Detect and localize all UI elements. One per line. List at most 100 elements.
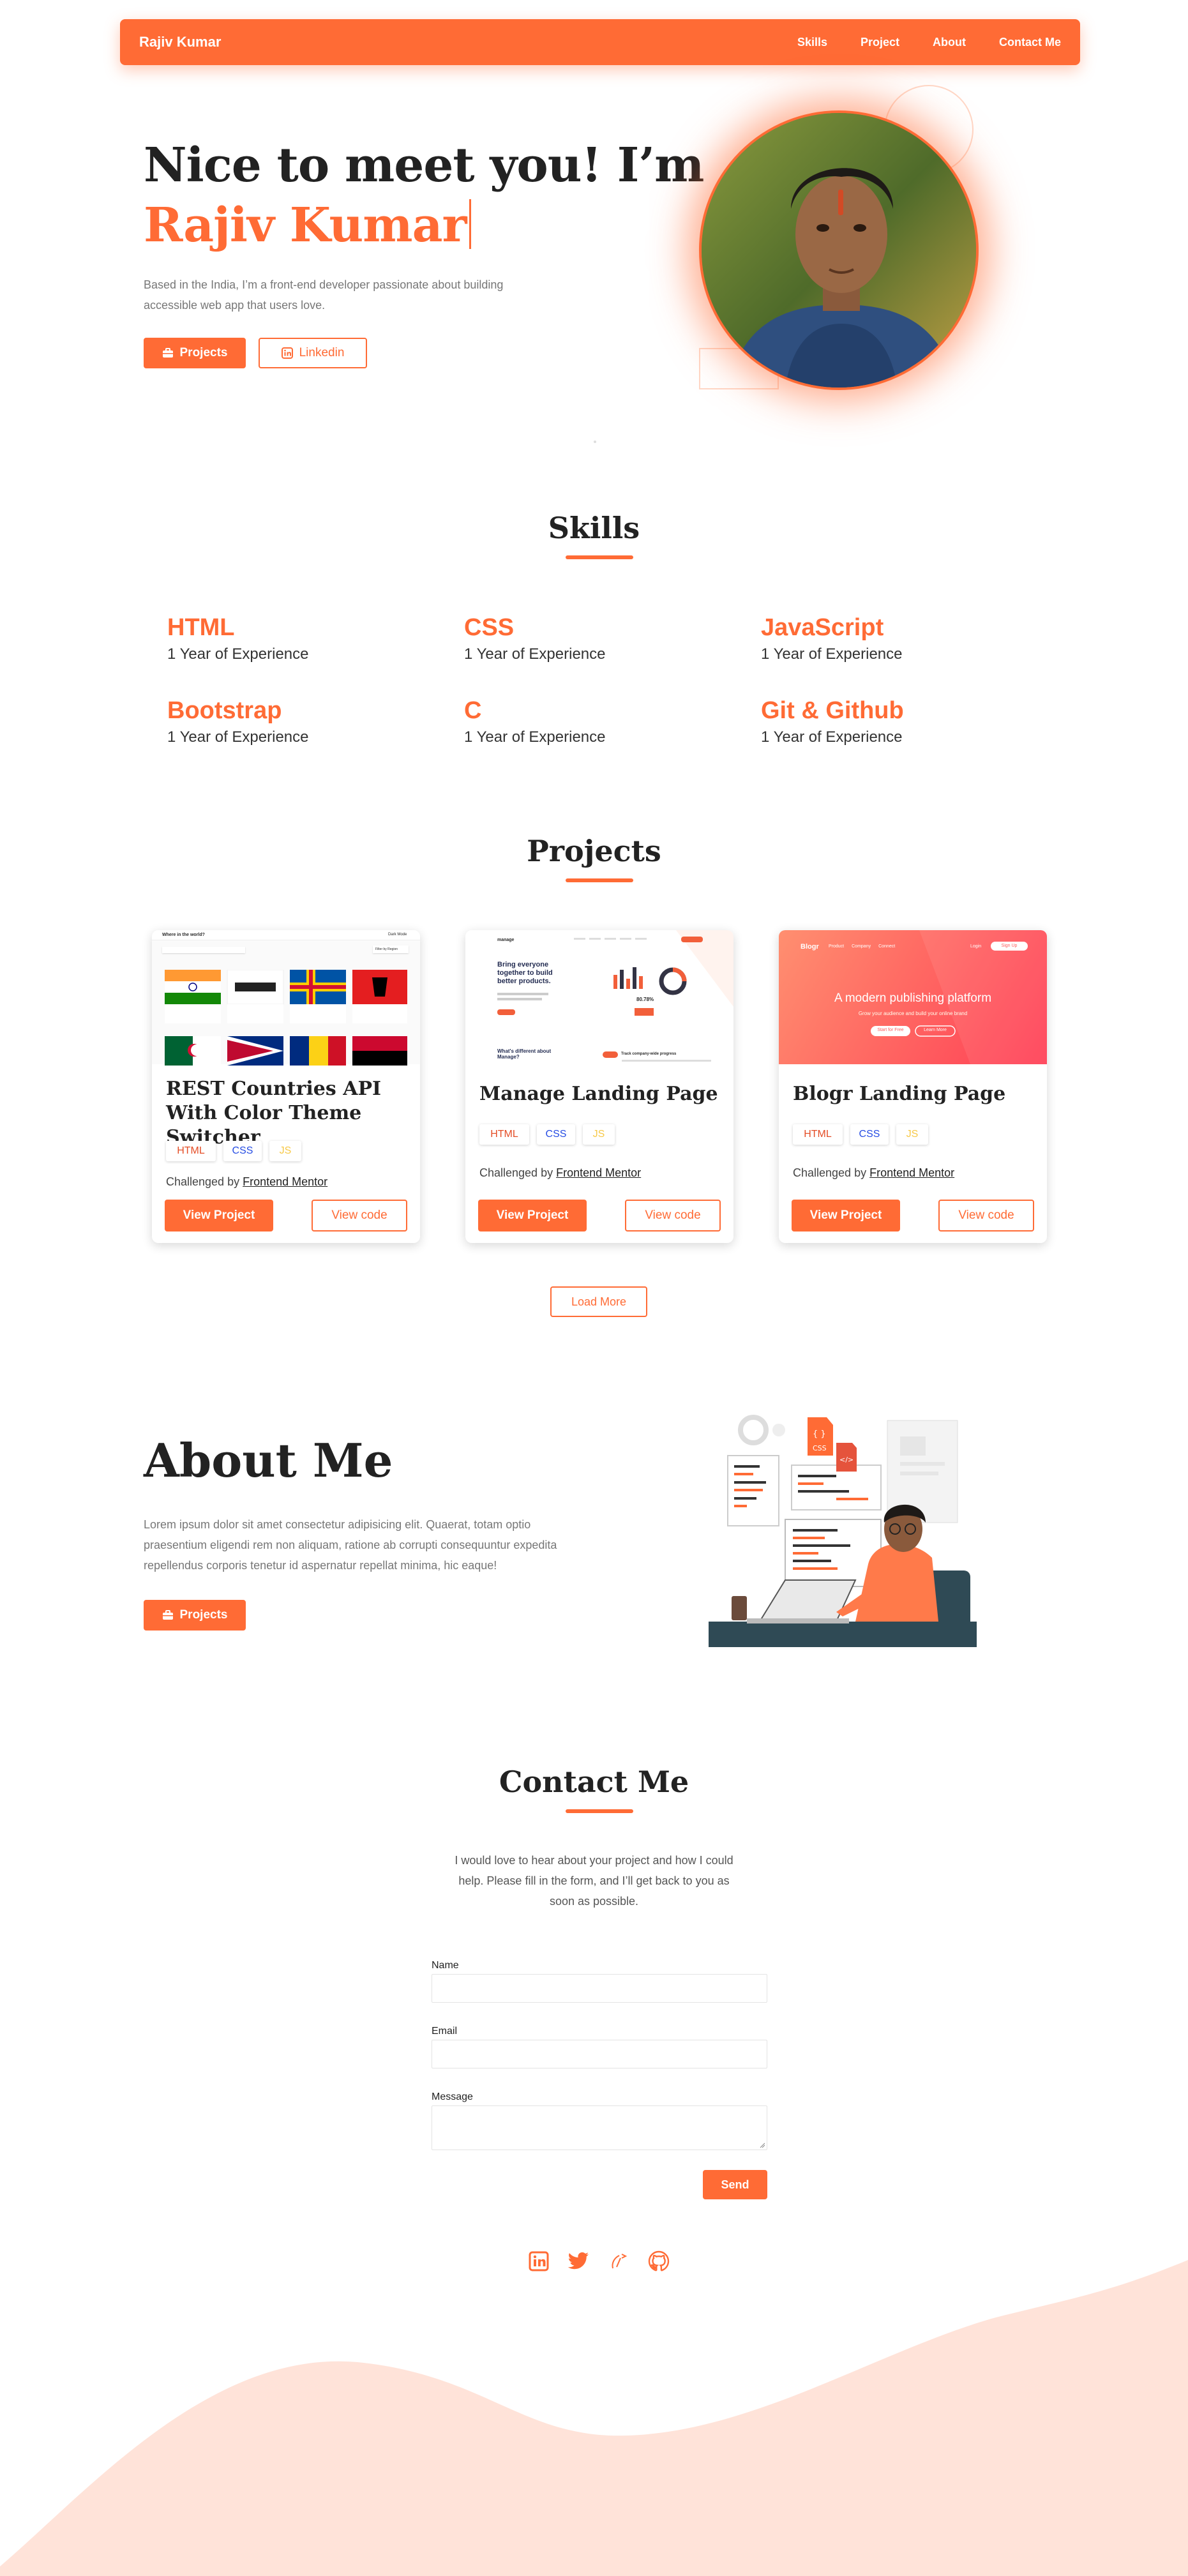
skill-name: Bootstrap bbox=[167, 697, 282, 724]
mock-subhead: What's different about Manage? bbox=[497, 1048, 552, 1060]
linkedin-social-link[interactable] bbox=[527, 2250, 550, 2273]
project-card-blogr: Blogr Product Company Connect Login Sign… bbox=[779, 930, 1047, 1243]
challenged-label: Challenged by bbox=[793, 1166, 867, 1179]
skill-experience: 1 Year of Experience bbox=[761, 645, 903, 663]
svg-text:CSS: CSS bbox=[813, 1444, 827, 1452]
mock-logo: Blogr bbox=[801, 943, 819, 951]
skill-item-c: C 1 Year of Experience bbox=[464, 697, 606, 746]
skill-experience: 1 Year of Experience bbox=[167, 728, 309, 746]
svg-text:</>: </> bbox=[839, 1456, 853, 1464]
mock-nav: Product Company Connect bbox=[829, 944, 895, 949]
view-project-button[interactable]: View Project bbox=[165, 1200, 273, 1232]
view-code-button[interactable]: View code bbox=[625, 1200, 721, 1232]
tag-html: HTML bbox=[793, 1124, 843, 1145]
frontend-mentor-link[interactable]: Frontend Mentor bbox=[243, 1175, 327, 1188]
mock-filter: Filter by Region bbox=[373, 945, 409, 953]
view-code-button[interactable]: View code bbox=[938, 1200, 1034, 1232]
hero-description: Based in the India, I’m a front-end deve… bbox=[144, 278, 504, 312]
about-projects-button[interactable]: Projects bbox=[144, 1600, 246, 1631]
typing-caret bbox=[469, 199, 471, 249]
tag-js: JS bbox=[896, 1124, 928, 1145]
nav-link-skills[interactable]: Skills bbox=[797, 36, 827, 49]
github-icon bbox=[648, 2250, 670, 2271]
github-social-link[interactable] bbox=[647, 2250, 670, 2273]
hero-projects-label: Projects bbox=[179, 346, 228, 359]
mock-feature: Track company-wide progress bbox=[621, 1052, 677, 1056]
contact-underline bbox=[566, 1809, 633, 1813]
skill-experience: 1 Year of Experience bbox=[464, 645, 606, 663]
message-label: Message bbox=[432, 2091, 473, 2102]
skill-experience: 1 Year of Experience bbox=[167, 645, 309, 663]
about-text: Lorem ipsum dolor sit amet consectetur a… bbox=[144, 1518, 557, 1572]
tag-css: CSS bbox=[850, 1124, 889, 1145]
mock-nav-item: Connect bbox=[878, 944, 896, 949]
footer-wave bbox=[0, 2260, 1188, 2576]
mock-learn: Learn More bbox=[924, 1028, 947, 1032]
nav-link-project[interactable]: Project bbox=[861, 36, 899, 49]
send-button[interactable]: Send bbox=[703, 2170, 767, 2199]
svg-text:{ }: { } bbox=[813, 1429, 826, 1439]
twitter-social-link[interactable] bbox=[567, 2250, 590, 2273]
hero-linkedin-button[interactable]: Linkedin bbox=[259, 338, 367, 368]
skill-name: JavaScript bbox=[761, 614, 884, 641]
projects-title: Projects bbox=[527, 834, 661, 868]
project-title: REST Countries API With Color Theme Swit… bbox=[166, 1078, 382, 1149]
view-project-button[interactable]: View Project bbox=[478, 1200, 587, 1232]
mock-headline: A modern publishing platform bbox=[834, 991, 992, 1005]
hero-linkedin-label: Linkedin bbox=[299, 346, 345, 359]
hackerrank-social-link[interactable] bbox=[607, 2250, 630, 2273]
mock-start: Start for Free bbox=[877, 1028, 904, 1032]
mock-nav-item: Product bbox=[829, 944, 845, 949]
skills-title: Skills bbox=[548, 511, 640, 545]
mock-logo: manage bbox=[497, 938, 515, 942]
tag-html: HTML bbox=[166, 1141, 216, 1161]
contact-title: Contact Me bbox=[499, 1765, 689, 1799]
project-card-manage: manage Bring everyone together to build … bbox=[465, 930, 733, 1243]
skill-name: C bbox=[464, 697, 482, 724]
load-more-button[interactable]: Load More bbox=[550, 1286, 647, 1317]
about-title: About Me bbox=[144, 1433, 393, 1488]
tag-html: HTML bbox=[479, 1124, 529, 1145]
nav-link-about[interactable]: About bbox=[933, 36, 966, 49]
project-thumbnail: Where in the world? Dark Mode Filter by … bbox=[152, 930, 420, 1066]
challenged-label: Challenged by bbox=[479, 1166, 553, 1179]
mock-mode: Dark Mode bbox=[388, 933, 407, 937]
tag-css: CSS bbox=[223, 1141, 262, 1161]
project-title: Manage Landing Page bbox=[479, 1083, 718, 1105]
navbar: Rajiv Kumar Skills Project About Contact… bbox=[120, 19, 1080, 65]
hero-projects-button[interactable]: Projects bbox=[144, 338, 246, 368]
challenged-by: Challenged by Frontend Mentor bbox=[793, 1166, 954, 1180]
developer-illustration: { } CSS </> bbox=[709, 1415, 977, 1647]
name-input[interactable] bbox=[432, 1974, 767, 2003]
mock-login: Login bbox=[970, 944, 982, 949]
nav-links: Skills Project About Contact Me bbox=[797, 36, 1061, 49]
name-label: Name bbox=[432, 1960, 459, 1971]
skill-name: HTML bbox=[167, 614, 235, 641]
briefcase-icon bbox=[162, 348, 173, 358]
skill-name: CSS bbox=[464, 614, 515, 641]
about-projects-label: Projects bbox=[179, 1608, 228, 1622]
linkedin-icon bbox=[529, 2251, 549, 2271]
mock-stat: 80.78% bbox=[636, 997, 654, 1002]
skill-item-git: Git & Github 1 Year of Experience bbox=[761, 697, 904, 746]
linkedin-icon bbox=[281, 347, 293, 359]
email-input[interactable] bbox=[432, 2040, 767, 2068]
nav-link-contact[interactable]: Contact Me bbox=[999, 36, 1061, 49]
tag-js: JS bbox=[269, 1141, 301, 1161]
code-icon bbox=[612, 2254, 628, 2269]
tag-js: JS bbox=[583, 1124, 615, 1145]
frontend-mentor-link[interactable]: Frontend Mentor bbox=[869, 1166, 954, 1179]
view-project-button[interactable]: View Project bbox=[792, 1200, 900, 1232]
view-code-button[interactable]: View code bbox=[312, 1200, 407, 1232]
hero-name: Rajiv Kumar bbox=[144, 198, 467, 253]
mock-nav-item: Company bbox=[852, 944, 871, 949]
nav-brand[interactable]: Rajiv Kumar bbox=[139, 34, 221, 50]
skill-item-javascript: JavaScript 1 Year of Experience bbox=[761, 614, 903, 663]
twitter-icon bbox=[568, 2252, 589, 2270]
skills-underline bbox=[566, 555, 633, 559]
challenged-label: Challenged by bbox=[166, 1175, 240, 1188]
message-textarea[interactable] bbox=[432, 2105, 767, 2150]
frontend-mentor-link[interactable]: Frontend Mentor bbox=[556, 1166, 641, 1179]
email-label: Email bbox=[432, 2026, 458, 2037]
resize-handle-icon[interactable] bbox=[759, 2142, 765, 2148]
